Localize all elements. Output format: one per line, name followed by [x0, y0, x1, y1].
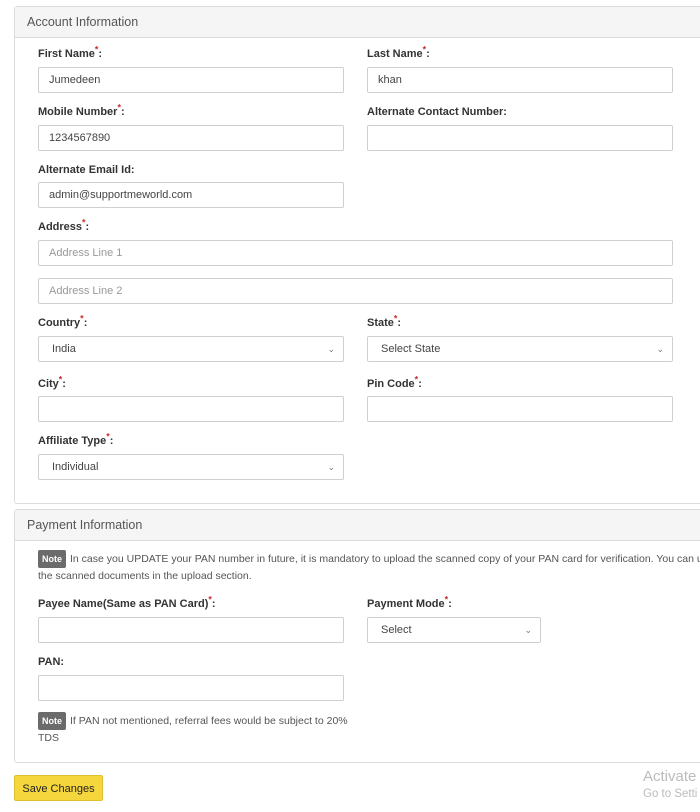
payee-name-input[interactable] [38, 617, 344, 643]
country-select[interactable]: India ⌄ [38, 336, 344, 362]
address-label: Address*: [38, 217, 90, 233]
alternate-email-label: Alternate Email Id: [38, 164, 135, 176]
account-information-header: Account Information [15, 7, 700, 38]
chevron-down-icon: ⌄ [656, 344, 664, 354]
country-label: Country*: [38, 313, 88, 329]
chevron-down-icon: ⌄ [327, 344, 335, 354]
city-input[interactable] [38, 396, 344, 422]
last-name-label: Last Name*: [367, 44, 430, 60]
pan-update-note: Note In case you UPDATE your PAN number i… [38, 550, 700, 584]
mobile-number-input[interactable]: 1234567890 [38, 125, 344, 151]
payment-mode-select[interactable]: Select ⌄ [367, 617, 541, 643]
first-name-input[interactable]: Jumedeen [38, 67, 344, 93]
first-name-label: First Name*: [38, 44, 103, 60]
pan-label: PAN: [38, 656, 65, 668]
activate-windows-subtitle: Go to Setti [643, 788, 698, 800]
alternate-email-input[interactable]: admin@supportmeworld.com [38, 182, 344, 208]
mobile-number-label: Mobile Number*: [38, 102, 125, 118]
address-line-1-input[interactable]: Address Line 1 [38, 240, 673, 266]
last-name-input[interactable]: khan [367, 67, 673, 93]
payee-name-label: Payee Name(Same as PAN Card)*: [38, 594, 216, 610]
chevron-down-icon: ⌄ [327, 462, 335, 472]
city-label: City*: [38, 374, 66, 390]
save-changes-button[interactable]: Save Changes [14, 775, 103, 801]
chevron-down-icon: ⌄ [524, 625, 532, 635]
pan-input[interactable] [38, 675, 344, 701]
note-badge: Note [38, 712, 66, 730]
activate-windows-title: Activate [643, 768, 697, 785]
note-badge: Note [38, 550, 66, 568]
affiliate-type-select[interactable]: Individual ⌄ [38, 454, 344, 480]
payment-mode-label: Payment Mode*: [367, 594, 452, 610]
payment-information-header: Payment Information [15, 510, 700, 541]
alternate-contact-input[interactable] [367, 125, 673, 151]
pin-code-input[interactable] [367, 396, 673, 422]
state-label: State*: [367, 313, 402, 329]
address-line-2-input[interactable]: Address Line 2 [38, 278, 673, 304]
alternate-contact-label: Alternate Contact Number: [367, 106, 507, 118]
state-select[interactable]: Select State ⌄ [367, 336, 673, 362]
pan-tds-note: Note If PAN not mentioned, referral fees … [38, 712, 348, 746]
affiliate-type-label: Affiliate Type*: [38, 431, 114, 447]
pin-code-label: Pin Code*: [367, 374, 422, 390]
